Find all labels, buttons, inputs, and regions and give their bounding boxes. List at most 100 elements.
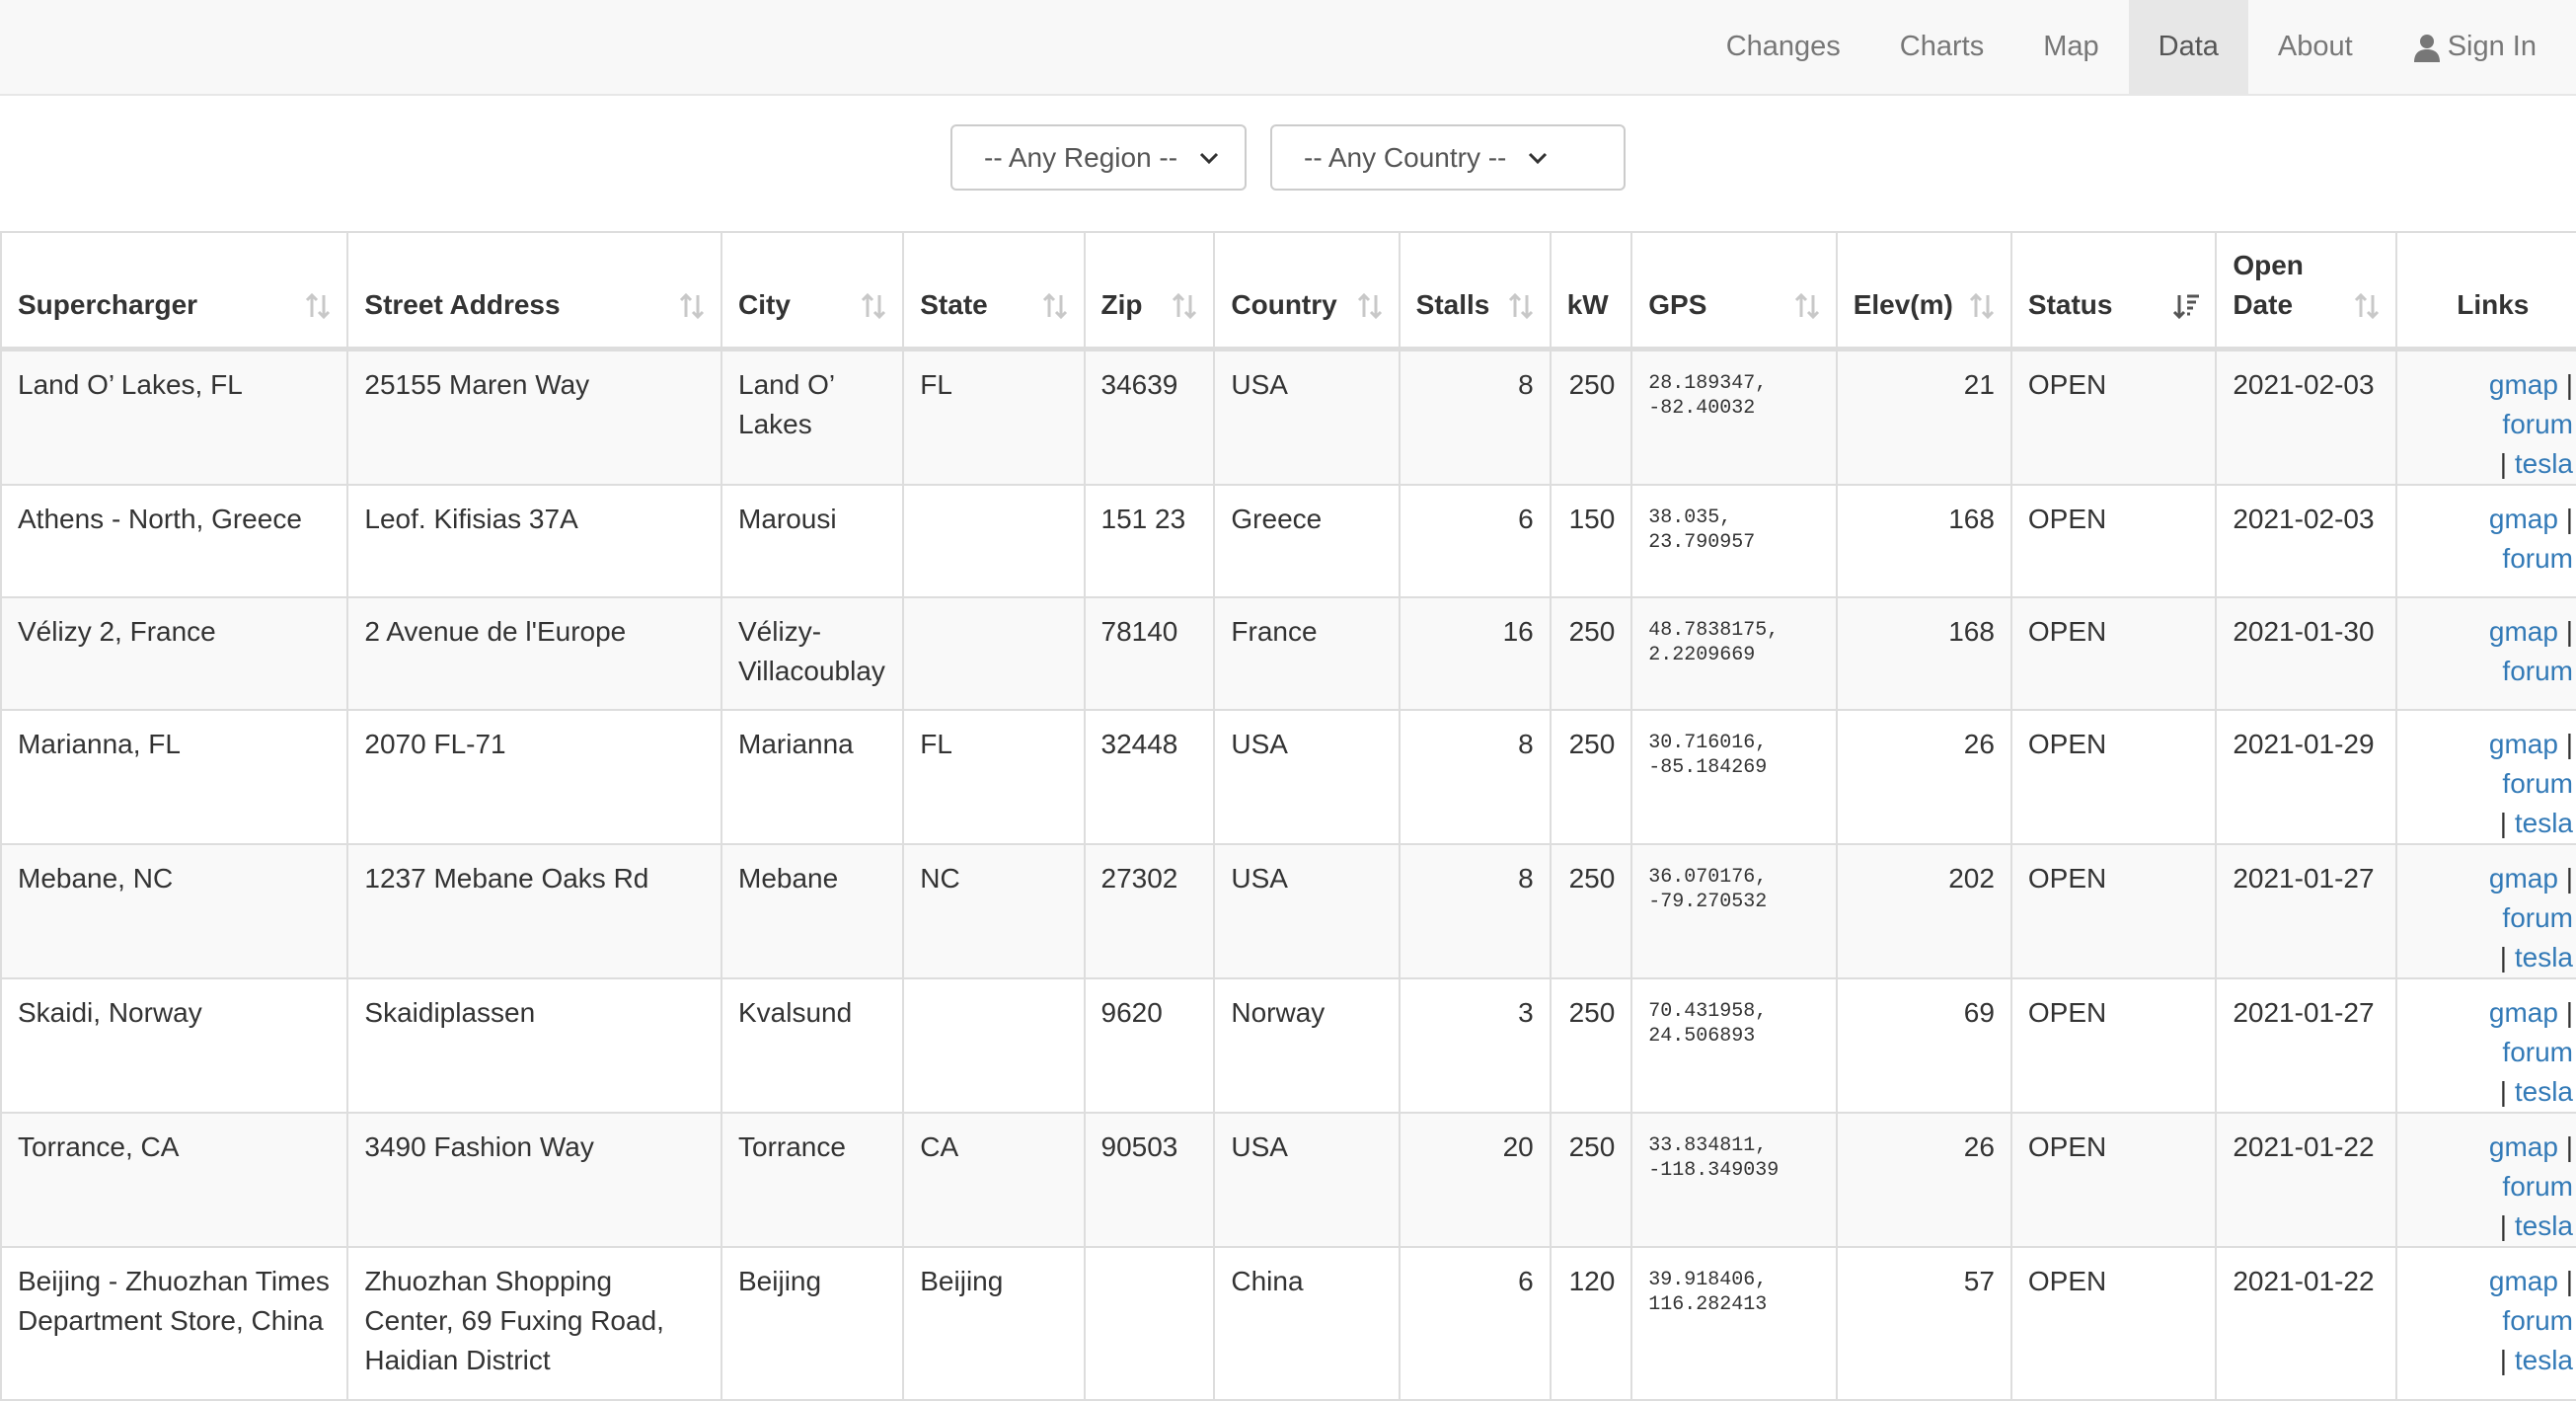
cell-elev: 168 (1835, 595, 2012, 711)
column-header-gps[interactable]: GPS (1630, 231, 1838, 351)
cell-state (902, 483, 1086, 598)
gmap-link[interactable]: gmap (2489, 863, 2558, 894)
cell-city: Land O’ Lakes (720, 348, 905, 486)
forum-link[interactable]: forum (2502, 1305, 2573, 1336)
link-separator: | (2565, 728, 2573, 759)
forum-link[interactable]: forum (2502, 409, 2573, 439)
sign-in-label: Sign In (2447, 31, 2537, 62)
gmap-link[interactable]: gmap (2489, 616, 2558, 647)
gmap-link[interactable]: gmap (2489, 1266, 2558, 1296)
forum-link[interactable]: forum (2502, 902, 2573, 933)
cell-open-date: 2021-01-27 (2215, 976, 2397, 1114)
cell-country: Norway (1213, 976, 1401, 1114)
column-header-open-date[interactable]: Open Date (2215, 231, 2397, 351)
cell-state (902, 595, 1086, 711)
cell-city: Beijing (720, 1245, 905, 1401)
supercharger-table: Supercharger Street Address City State Z… (0, 231, 2576, 1401)
cell-open-date: 2021-01-30 (2215, 595, 2397, 711)
forum-link[interactable]: forum (2502, 656, 2573, 686)
column-header-kw: kW (1549, 231, 1633, 351)
nav-about[interactable]: About (2248, 0, 2383, 94)
column-header-country[interactable]: Country (1213, 231, 1401, 351)
column-header-state[interactable]: State (902, 231, 1086, 351)
cell-stalls: 8 (1398, 842, 1552, 979)
forum-link[interactable]: forum (2502, 1037, 2573, 1067)
cell-elev: 21 (1835, 348, 2012, 486)
table-row: Athens - North, Greece Leof. Kifisias 37A… (0, 483, 2576, 598)
cell-stalls: 3 (1398, 976, 1552, 1114)
chevron-down-icon (1529, 152, 1548, 164)
cell-state: FL (902, 708, 1086, 845)
tesla-link[interactable]: tesla (2515, 448, 2573, 479)
sort-icon (679, 292, 705, 319)
gps-latitude: 70.431958, (1648, 999, 1768, 1023)
cell-city: Marousi (720, 483, 905, 598)
gmap-link[interactable]: gmap (2489, 1131, 2558, 1162)
country-select[interactable]: -- Any Country -- (1270, 124, 1626, 191)
sort-icon (1508, 292, 1533, 319)
gps-longitude: 24.506893 (1648, 1024, 1756, 1048)
cell-open-date: 2021-02-03 (2215, 483, 2397, 598)
column-header-status[interactable]: Status (2009, 231, 2218, 351)
link-separator: | (2499, 1209, 2508, 1241)
cell-supercharger: Beijing - Zhuozhan Times Department Stor… (0, 1245, 349, 1401)
nav-charts[interactable]: Charts (1870, 0, 2013, 94)
tesla-link[interactable]: tesla (2515, 1345, 2573, 1375)
cell-street: 1237 Mebane Oaks Rd (346, 842, 722, 979)
cell-stalls: 6 (1398, 483, 1552, 598)
nav-map[interactable]: Map (2013, 0, 2128, 94)
cell-country: USA (1213, 842, 1401, 979)
column-header-city[interactable]: City (720, 231, 905, 351)
nav-data[interactable]: Data (2128, 0, 2248, 94)
link-separator: | (2565, 862, 2573, 894)
tesla-link[interactable]: tesla (2515, 942, 2573, 973)
gps-longitude: 2.2209669 (1648, 643, 1756, 666)
nav-sign-in[interactable]: Sign In (2383, 0, 2576, 94)
nav-changes[interactable]: Changes (1697, 0, 1870, 94)
cell-city: Torrance (720, 1111, 905, 1248)
region-select[interactable]: -- Any Region -- (950, 124, 1247, 191)
gmap-link[interactable]: gmap (2489, 729, 2558, 759)
column-header-street[interactable]: Street Address (346, 231, 722, 351)
link-separator: | (2499, 941, 2508, 973)
cell-links: gmap | forum | tesla (2394, 976, 2576, 1114)
user-icon (2413, 34, 2440, 62)
column-header-zip[interactable]: Zip (1083, 231, 1216, 351)
cell-gps: 38.035, 23.790957 (1630, 483, 1838, 598)
forum-link[interactable]: forum (2502, 543, 2573, 574)
cell-links: gmap | forum (2394, 483, 2576, 598)
cell-kw: 250 (1549, 842, 1633, 979)
cell-city: Marianna (720, 708, 905, 845)
cell-status: OPEN (2009, 976, 2218, 1114)
tesla-link[interactable]: tesla (2515, 1076, 2573, 1107)
cell-gps: 33.834811, -118.349039 (1630, 1111, 1838, 1248)
tesla-link[interactable]: tesla (2515, 808, 2573, 838)
tesla-link[interactable]: tesla (2515, 1210, 2573, 1241)
column-header-stalls[interactable]: Stalls (1398, 231, 1552, 351)
cell-supercharger: Marianna, FL (0, 708, 349, 845)
link-separator: | (2565, 368, 2573, 400)
forum-link[interactable]: forum (2502, 1171, 2573, 1202)
gmap-link[interactable]: gmap (2489, 369, 2558, 400)
cell-kw: 250 (1549, 595, 1633, 711)
cell-kw: 250 (1549, 976, 1633, 1114)
cell-supercharger: Torrance, CA (0, 1111, 349, 1248)
column-header-elev[interactable]: Elev(m) (1835, 231, 2012, 351)
gmap-link[interactable]: gmap (2489, 504, 2558, 534)
cell-links: gmap | forum | tesla (2394, 708, 2576, 845)
sort-icon (2354, 292, 2379, 319)
cell-status: OPEN (2009, 842, 2218, 979)
table-row: Skaidi, Norway Skaidiplassen Kvalsund 9620 N… (0, 976, 2576, 1114)
cell-street: 2 Avenue de l'Europe (346, 595, 722, 711)
sort-icon (1794, 292, 1819, 319)
forum-link[interactable]: forum (2502, 768, 2573, 799)
gmap-link[interactable]: gmap (2489, 997, 2558, 1028)
cell-zip: 151 23 (1083, 483, 1216, 598)
sort-desc-icon (2173, 294, 2200, 319)
supercharger-table-container: Supercharger Street Address City State Z… (0, 231, 2576, 1401)
link-separator: | (2499, 1075, 2508, 1107)
cell-gps: 30.716016, -85.184269 (1630, 708, 1838, 845)
cell-street: Zhuozhan Shopping Center, 69 Fuxing Road… (346, 1245, 722, 1401)
cell-supercharger: Mebane, NC (0, 842, 349, 979)
column-header-supercharger[interactable]: Supercharger (0, 231, 349, 351)
